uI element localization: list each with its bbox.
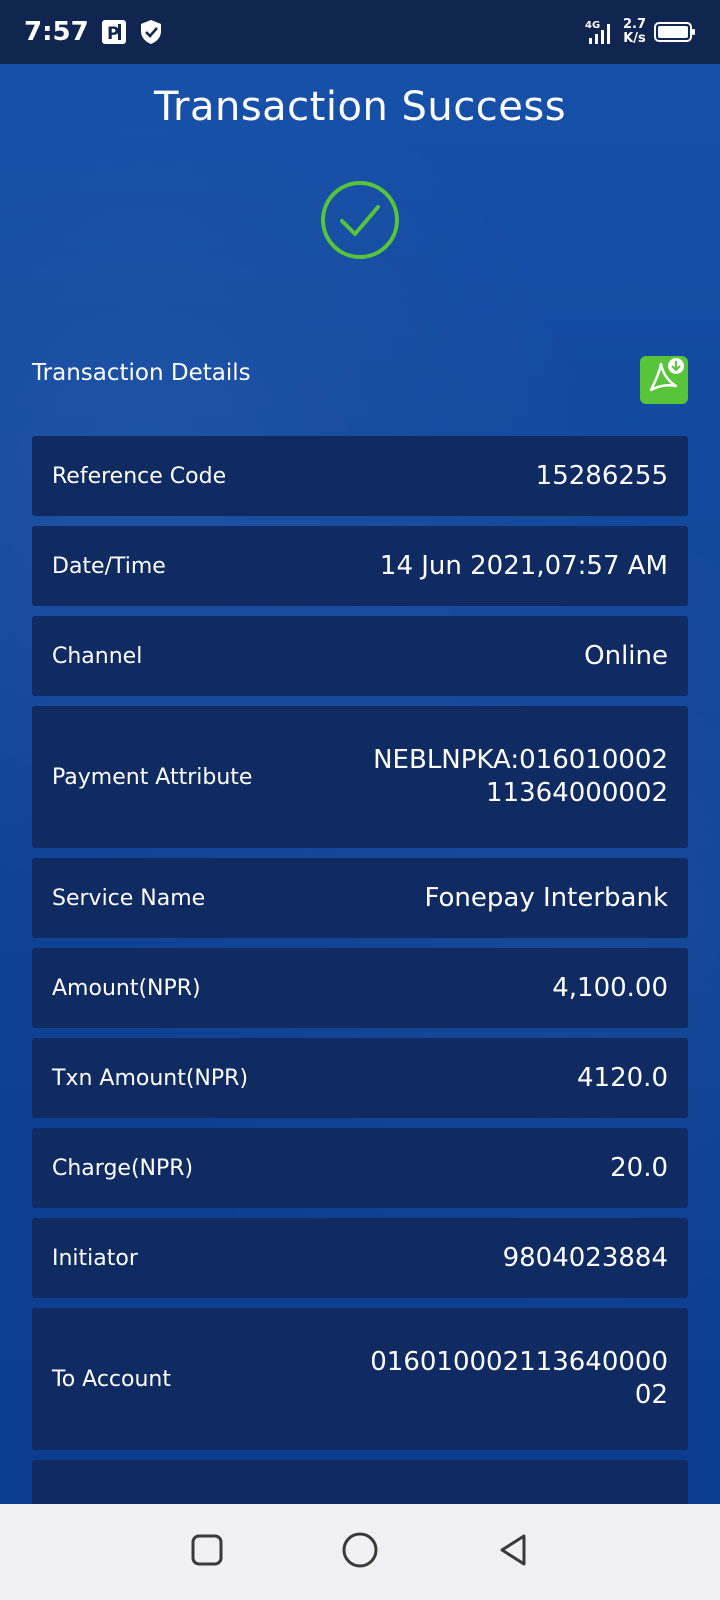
row-value: 4,100.00 (552, 972, 668, 1003)
row-value: Online (584, 640, 668, 671)
row-label: Initiator (52, 1245, 138, 1271)
row-label: Charge(NPR) (52, 1155, 194, 1181)
recents-square-icon (190, 1533, 224, 1571)
status-bar: 7:57 P 4G 2.7 K/s (0, 0, 720, 64)
detail-row-charge: Charge(NPR) 20.0 (32, 1128, 688, 1208)
status-left: 7:57 P (24, 17, 163, 47)
page-title: Transaction Success (153, 84, 567, 130)
detail-row-partial (32, 1460, 688, 1504)
row-value: 4120.0 (577, 1062, 668, 1093)
success-check-icon (320, 180, 400, 260)
detail-row-service-name: Service Name Fonepay Interbank (32, 858, 688, 938)
speed-unit: K/s (623, 31, 646, 46)
detail-row-date-time: Date/Time 14 Jun 2021,07:57 AM (32, 526, 688, 606)
row-value: 20.0 (610, 1152, 668, 1183)
status-right: 4G 2.7 K/s (585, 18, 696, 46)
main-content: Transaction Success Transaction Details … (0, 64, 720, 1504)
svg-text:P: P (107, 24, 119, 44)
speed-value: 2.7 (622, 17, 646, 32)
row-label: Service Name (52, 885, 206, 911)
row-value: 9804023884 (502, 1242, 668, 1273)
detail-row-amount: Amount(NPR) 4,100.00 (32, 948, 688, 1028)
detail-row-txn-amount: Txn Amount(NPR) 4120.0 (32, 1038, 688, 1118)
battery-icon (654, 21, 696, 43)
detail-row-payment-attribute: Payment Attribute NEBLNPKA:0160100021136… (32, 706, 688, 848)
row-label: Payment Attribute (52, 764, 253, 790)
row-value: 14 Jun 2021,07:57 AM (379, 550, 668, 581)
shield-check-icon (139, 19, 163, 45)
row-value: NEBLNPKA:01601000211364000002 (373, 745, 668, 808)
network-speed: 2.7 K/s (623, 18, 646, 46)
home-button[interactable] (336, 1528, 384, 1576)
detail-row-channel: Channel Online (32, 616, 688, 696)
row-label: Amount(NPR) (52, 975, 201, 1001)
back-triangle-icon (496, 1532, 530, 1572)
signal-icon: 4G (585, 18, 615, 46)
network-label: 4G (585, 20, 600, 31)
system-nav-bar (0, 1504, 720, 1600)
transaction-details-heading: Transaction Details (32, 360, 251, 386)
detail-row-reference-code: Reference Code 15286255 (32, 436, 688, 516)
parking-icon: P (101, 19, 127, 45)
recents-button[interactable] (183, 1528, 231, 1576)
detail-row-to-account: To Account 01601000211364000002 (32, 1308, 688, 1450)
row-label: To Account (52, 1366, 171, 1392)
row-label: Date/Time (52, 553, 166, 579)
row-value: 01601000211364000002 (370, 1347, 668, 1410)
row-value: 15286255 (535, 460, 668, 491)
row-label: Channel (52, 643, 143, 669)
transaction-details-list: Reference Code 15286255 Date/Time 14 Jun… (32, 436, 688, 1504)
row-label: Txn Amount(NPR) (52, 1065, 249, 1091)
home-circle-icon (341, 1531, 379, 1573)
row-label: Reference Code (52, 463, 227, 489)
back-button[interactable] (489, 1528, 537, 1576)
row-value: Fonepay Interbank (424, 882, 669, 913)
pdf-download-button[interactable] (640, 356, 688, 404)
detail-row-initiator: Initiator 9804023884 (32, 1218, 688, 1298)
status-time: 7:57 (24, 17, 89, 47)
pdf-download-icon (642, 356, 686, 404)
